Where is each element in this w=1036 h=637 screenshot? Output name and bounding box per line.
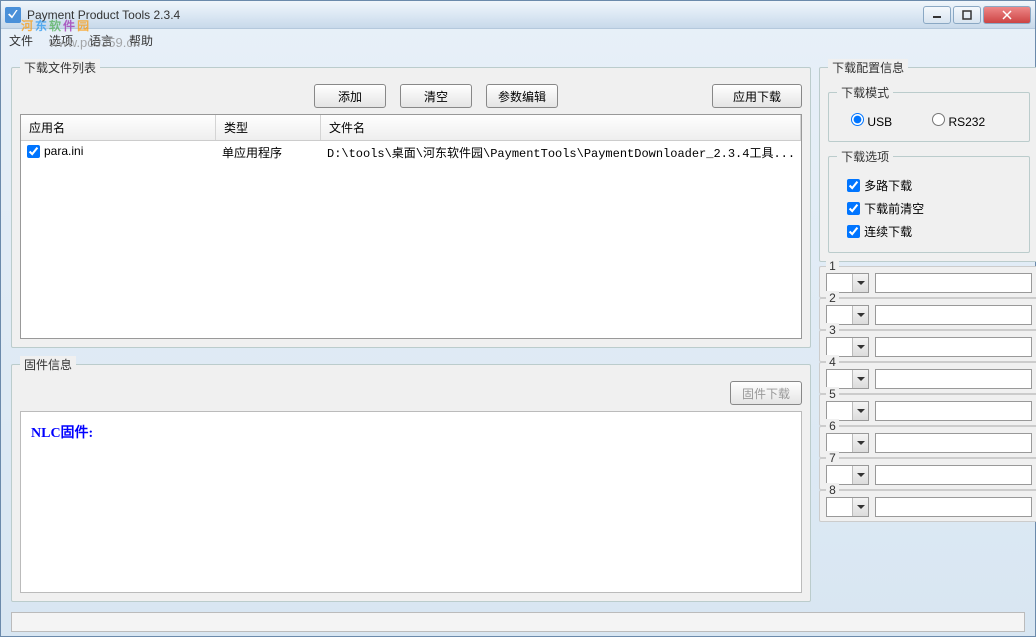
channel-5-combo[interactable] — [826, 401, 869, 421]
param-edit-button[interactable]: 参数编辑 — [486, 84, 558, 108]
minimize-button[interactable] — [923, 6, 951, 24]
chevron-down-icon[interactable] — [852, 434, 868, 452]
channel-1-combo[interactable] — [826, 273, 869, 293]
channel-2: 2 — [819, 298, 1036, 330]
chevron-down-icon[interactable] — [852, 274, 868, 292]
col-filename[interactable]: 文件名 — [321, 115, 801, 140]
chevron-down-icon[interactable] — [852, 338, 868, 356]
col-type[interactable]: 类型 — [216, 115, 321, 140]
channel-4-text[interactable] — [875, 369, 1032, 389]
channel-2-text[interactable] — [875, 305, 1032, 325]
add-button[interactable]: 添加 — [314, 84, 386, 108]
channel-4: 4 — [819, 362, 1036, 394]
menu-bar: 文件 选项 语言 帮助 — [1, 29, 1035, 51]
firmware-group: 固件信息 固件下载 NLC固件: — [11, 356, 811, 602]
channel-5: 5 — [819, 394, 1036, 426]
channel-7: 7 — [819, 458, 1036, 490]
channel-5-text[interactable] — [875, 401, 1032, 421]
firmware-info-panel: NLC固件: — [20, 411, 802, 593]
opt-multi[interactable]: 多路下载 — [847, 177, 912, 194]
chevron-down-icon[interactable] — [852, 498, 868, 516]
status-bar — [11, 612, 1025, 632]
download-config-group: 下载配置信息 下载模式 USB RS232 下载选项 多路下载 下载前清空 连续… — [819, 59, 1036, 262]
options-group: 下载选项 多路下载 下载前清空 连续下载 — [828, 148, 1030, 253]
chevron-down-icon[interactable] — [852, 306, 868, 324]
close-button[interactable] — [983, 6, 1031, 24]
channel-6-combo[interactable] — [826, 433, 869, 453]
opt-clear[interactable]: 下载前清空 — [847, 200, 924, 217]
file-list[interactable]: 应用名 类型 文件名 para.ini 单应用程序 D:\tools\桌面\河东… — [20, 114, 802, 339]
window-title: Payment Product Tools 2.3.4 — [27, 8, 923, 22]
channel-8-text[interactable] — [875, 497, 1032, 517]
channel-7-combo[interactable] — [826, 465, 869, 485]
maximize-button[interactable] — [953, 6, 981, 24]
channel-7-text[interactable] — [875, 465, 1032, 485]
app-download-button[interactable]: 应用下载 — [712, 84, 802, 108]
channel-3-text[interactable] — [875, 337, 1032, 357]
channel-6: 6 — [819, 426, 1036, 458]
channel-3: 3 — [819, 330, 1036, 362]
file-list-legend: 下载文件列表 — [20, 59, 100, 76]
menu-help[interactable]: 帮助 — [129, 32, 153, 49]
channel-3-combo[interactable] — [826, 337, 869, 357]
menu-file[interactable]: 文件 — [9, 32, 33, 49]
channel-1: 1 — [819, 266, 1036, 298]
channel-8-combo[interactable] — [826, 497, 869, 517]
chevron-down-icon[interactable] — [852, 402, 868, 420]
channel-2-combo[interactable] — [826, 305, 869, 325]
chevron-down-icon[interactable] — [852, 466, 868, 484]
mode-rs232[interactable]: RS232 — [932, 113, 985, 129]
mode-usb[interactable]: USB — [851, 113, 892, 129]
firmware-legend: 固件信息 — [20, 356, 76, 373]
mode-group: 下载模式 USB RS232 — [828, 84, 1030, 142]
config-legend: 下载配置信息 — [828, 59, 908, 76]
firmware-download-button: 固件下载 — [730, 381, 802, 405]
table-row[interactable]: para.ini 单应用程序 D:\tools\桌面\河东软件园\Payment… — [21, 141, 801, 164]
chevron-down-icon[interactable] — [852, 370, 868, 388]
file-list-group: 下载文件列表 添加 清空 参数编辑 应用下载 应用名 类型 文件名 — [11, 59, 811, 348]
menu-language[interactable]: 语言 — [89, 32, 113, 49]
menu-options[interactable]: 选项 — [49, 32, 73, 49]
row-checkbox[interactable] — [27, 145, 40, 158]
app-icon — [5, 7, 21, 23]
col-appname[interactable]: 应用名 — [21, 115, 216, 140]
clear-button[interactable]: 清空 — [400, 84, 472, 108]
channel-1-text[interactable] — [875, 273, 1032, 293]
channel-8: 8 — [819, 490, 1036, 522]
channel-4-combo[interactable] — [826, 369, 869, 389]
nlc-firmware-label: NLC固件: — [31, 422, 791, 442]
opt-continuous[interactable]: 连续下载 — [847, 223, 912, 240]
channel-6-text[interactable] — [875, 433, 1032, 453]
